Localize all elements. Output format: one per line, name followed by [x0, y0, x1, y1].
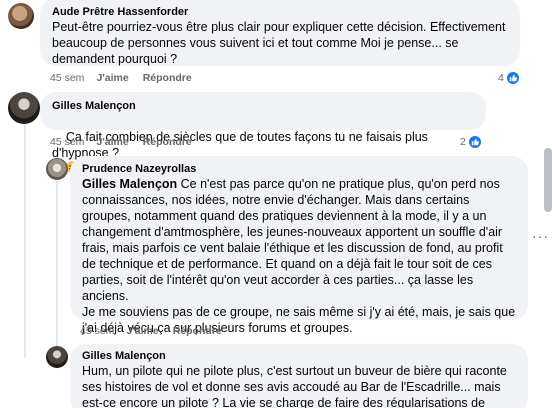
comment-timestamp[interactable]: 45 sem: [80, 325, 114, 337]
thumbs-up-icon: [505, 71, 520, 85]
comment-actions: 45 sem J'aime Répondre: [80, 325, 236, 337]
reaction-count-value: 2: [460, 136, 466, 148]
comment-actions: 45 sem J'aime Répondre: [50, 72, 206, 84]
more-options-icon[interactable]: ···: [532, 228, 549, 244]
comment-author[interactable]: Prudence Nazeyrollas: [82, 162, 516, 176]
comment-author[interactable]: Aude Prêtre Hassenforder: [52, 5, 508, 19]
mention-link[interactable]: Gilles Malençon: [82, 177, 177, 191]
reply-button[interactable]: Répondre: [143, 136, 192, 148]
like-button[interactable]: J'aime: [96, 136, 128, 148]
avatar[interactable]: [8, 3, 34, 29]
comment-text: Ce n'est pas parce qu'on ne pratique plu…: [82, 177, 516, 335]
reaction-count-value: 4: [498, 72, 504, 84]
comment-bubble: Aude Prêtre Hassenforder Peut-être pourr…: [40, 0, 520, 66]
reply-button[interactable]: Répondre: [173, 325, 222, 337]
comment-author[interactable]: Gilles Malençon: [82, 349, 516, 363]
comment-author[interactable]: Gilles Malençon: [52, 99, 474, 113]
reply-button[interactable]: Répondre: [143, 72, 192, 84]
scrollbar[interactable]: [544, 148, 552, 212]
reaction-count[interactable]: 2: [460, 135, 482, 149]
reaction-count[interactable]: 4: [498, 71, 520, 85]
comment-bubble: Prudence Nazeyrollas Gilles Malençon Ce …: [70, 156, 528, 335]
comment-text: Hum, un pilote qui ne pilote plus, c'est…: [82, 364, 507, 408]
like-button[interactable]: J'aime: [126, 325, 158, 337]
comment-timestamp[interactable]: 45 sem: [50, 136, 84, 148]
thread-line-main: [24, 118, 26, 358]
comment-bubble: Gilles Malençon Ça fait combien de siècl…: [40, 92, 486, 173]
thumbs-up-icon: [467, 135, 482, 149]
comment-bubble: Gilles Malençon Hum, un pilote qui ne pi…: [70, 344, 528, 408]
comment-text: Peut-être pourriez-vous être plus clair …: [52, 20, 509, 66]
avatar[interactable]: [8, 92, 40, 124]
avatar[interactable]: [46, 158, 68, 180]
comment-actions: 45 sem J'aime Répondre: [50, 136, 206, 148]
avatar[interactable]: [46, 346, 68, 368]
like-button[interactable]: J'aime: [96, 72, 128, 84]
comment-timestamp[interactable]: 45 sem: [50, 72, 84, 84]
